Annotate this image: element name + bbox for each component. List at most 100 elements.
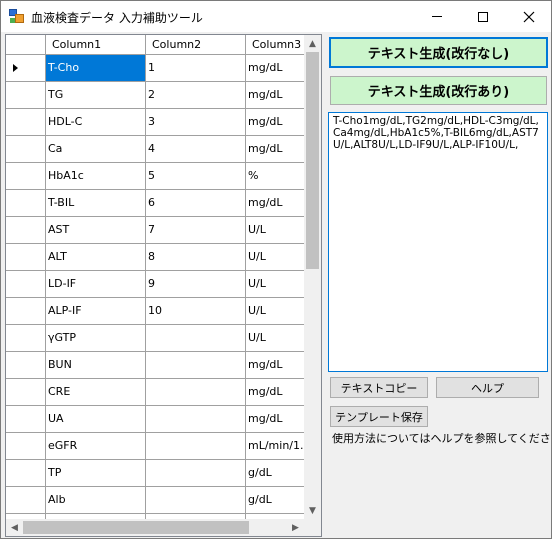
table-row[interactable]: ALT 8 U/L: [6, 244, 304, 271]
save-template-button[interactable]: テンプレート保存: [330, 406, 428, 427]
table-row[interactable]: TG 2 mg/dL: [6, 82, 304, 109]
grid-cell-column1[interactable]: HDL-C: [46, 109, 146, 136]
row-header[interactable]: [6, 406, 46, 433]
grid-cell-column2[interactable]: 3: [146, 109, 246, 136]
table-row[interactable]: Ca 4 mg/dL: [6, 136, 304, 163]
row-header[interactable]: [6, 136, 46, 163]
grid-cell-column2[interactable]: 5: [146, 163, 246, 190]
grid-cell-column2[interactable]: [146, 487, 246, 514]
grid-cell-column3[interactable]: U/L: [246, 298, 304, 325]
grid-cell-column3[interactable]: mg/dL: [246, 82, 304, 109]
scroll-up-icon[interactable]: ▲: [304, 35, 321, 52]
grid-cell-column3[interactable]: %: [246, 163, 304, 190]
grid-cell-column1[interactable]: CRE: [46, 379, 146, 406]
row-header[interactable]: [6, 163, 46, 190]
grid-cell-column1[interactable]: UA: [46, 406, 146, 433]
table-row[interactable]: AST 7 U/L: [6, 217, 304, 244]
grid-corner-header[interactable]: [6, 35, 46, 55]
output-textbox[interactable]: T-Cho1mg/dL,TG2mg/dL,HDL-C3mg/dL,Ca4mg/d…: [328, 112, 548, 372]
table-row[interactable]: CRE mg/dL: [6, 379, 304, 406]
grid-cell-column3[interactable]: mg/dL: [246, 190, 304, 217]
table-row[interactable]: ALP-IF 10 U/L: [6, 298, 304, 325]
grid-cell-column1[interactable]: AST: [46, 217, 146, 244]
table-row[interactable]: UA mg/dL: [6, 406, 304, 433]
grid-cell-column1[interactable]: Alb: [46, 487, 146, 514]
grid-cell-column2[interactable]: [146, 352, 246, 379]
grid-cell-column2[interactable]: 6: [146, 190, 246, 217]
grid-cell-column3[interactable]: mg/dL: [246, 136, 304, 163]
grid-cell-column2[interactable]: 7: [146, 217, 246, 244]
row-header[interactable]: [6, 109, 46, 136]
data-grid[interactable]: Column1 Column2 Column3 T-Cho 1 mg/dL TG 2 mg…: [5, 34, 322, 537]
grid-cell-column1[interactable]: LD-IF: [46, 271, 146, 298]
copy-text-button[interactable]: テキストコピー: [330, 377, 428, 398]
horizontal-scrollbar[interactable]: ◀ ▶: [6, 519, 304, 536]
row-header[interactable]: [6, 460, 46, 487]
grid-cell-column2[interactable]: 2: [146, 82, 246, 109]
grid-cell-column1[interactable]: T-BIL: [46, 190, 146, 217]
table-row[interactable]: HbA1c 5%: [6, 163, 304, 190]
row-header[interactable]: [6, 352, 46, 379]
row-header[interactable]: [6, 298, 46, 325]
grid-cell-column2[interactable]: [146, 406, 246, 433]
generate-text-no-break-button[interactable]: テキスト生成(改行なし): [329, 37, 548, 68]
grid-cell-column3[interactable]: U/L: [246, 244, 304, 271]
row-header[interactable]: [6, 217, 46, 244]
row-header[interactable]: [6, 379, 46, 406]
grid-cell-column1[interactable]: Ca: [46, 136, 146, 163]
grid-cell-column1[interactable]: TP: [46, 460, 146, 487]
generate-text-with-break-button[interactable]: テキスト生成(改行あり): [330, 76, 547, 105]
grid-cell-column2[interactable]: [146, 460, 246, 487]
grid-cell-column2[interactable]: 9: [146, 271, 246, 298]
grid-cell-column2[interactable]: 8: [146, 244, 246, 271]
help-button[interactable]: ヘルプ: [436, 377, 539, 398]
grid-cell-column1[interactable]: eGFR: [46, 433, 146, 460]
grid-cell-column3[interactable]: g/dL: [246, 487, 304, 514]
table-row[interactable]: Alb g/dL: [6, 487, 304, 514]
grid-cell-column3[interactable]: mg/dL: [246, 406, 304, 433]
vertical-scrollbar[interactable]: ▲ ▼: [304, 35, 321, 519]
table-row[interactable]: eGFR mL/min/1.7: [6, 433, 304, 460]
column-header-3[interactable]: Column3: [246, 35, 304, 55]
grid-cell-column2[interactable]: 4: [146, 136, 246, 163]
scroll-right-icon[interactable]: ▶: [287, 519, 304, 536]
grid-cell-column3[interactable]: mg/dL: [246, 352, 304, 379]
grid-cell-column1[interactable]: BUN: [46, 352, 146, 379]
grid-cell-column2[interactable]: 1: [146, 55, 246, 82]
maximize-button[interactable]: [460, 1, 506, 32]
table-row[interactable]: HDL-C 3 mg/dL: [6, 109, 304, 136]
scroll-left-icon[interactable]: ◀: [6, 519, 23, 536]
row-header[interactable]: [6, 487, 46, 514]
row-header[interactable]: [6, 82, 46, 109]
table-row[interactable]: T-BIL 6 mg/dL: [6, 190, 304, 217]
row-header[interactable]: [6, 433, 46, 460]
grid-cell-column2[interactable]: [146, 325, 246, 352]
grid-cell-column3[interactable]: mg/dL: [246, 55, 304, 82]
horizontal-scroll-thumb[interactable]: [23, 521, 249, 534]
table-row[interactable]: BUN mg/dL: [6, 352, 304, 379]
grid-cell-column1[interactable]: T-Cho: [46, 55, 146, 82]
grid-cell-column3[interactable]: mL/min/1.7: [246, 433, 304, 460]
grid-cell-column1[interactable]: ALT: [46, 244, 146, 271]
grid-cell-column3[interactable]: mg/dL: [246, 379, 304, 406]
row-header[interactable]: [6, 55, 46, 82]
row-header[interactable]: [6, 271, 46, 298]
grid-cell-column2[interactable]: 10: [146, 298, 246, 325]
close-button[interactable]: [506, 1, 552, 32]
grid-cell-column1[interactable]: ALP-IF: [46, 298, 146, 325]
column-header-2[interactable]: Column2: [146, 35, 246, 55]
column-header-1[interactable]: Column1: [46, 35, 146, 55]
grid-cell-column3[interactable]: g/dL: [246, 460, 304, 487]
table-row[interactable]: γGTP U/L: [6, 325, 304, 352]
grid-cell-column2[interactable]: [146, 379, 246, 406]
grid-cell-column1[interactable]: HbA1c: [46, 163, 146, 190]
row-header[interactable]: [6, 190, 46, 217]
vertical-scroll-thumb[interactable]: [306, 52, 319, 269]
grid-cell-column1[interactable]: γGTP: [46, 325, 146, 352]
table-row[interactable]: TP g/dL: [6, 460, 304, 487]
table-row[interactable]: T-Cho 1 mg/dL: [6, 55, 304, 82]
table-row[interactable]: LD-IF 9 U/L: [6, 271, 304, 298]
grid-cell-column3[interactable]: U/L: [246, 325, 304, 352]
grid-cell-column3[interactable]: mg/dL: [246, 109, 304, 136]
scroll-down-icon[interactable]: ▼: [304, 502, 321, 519]
